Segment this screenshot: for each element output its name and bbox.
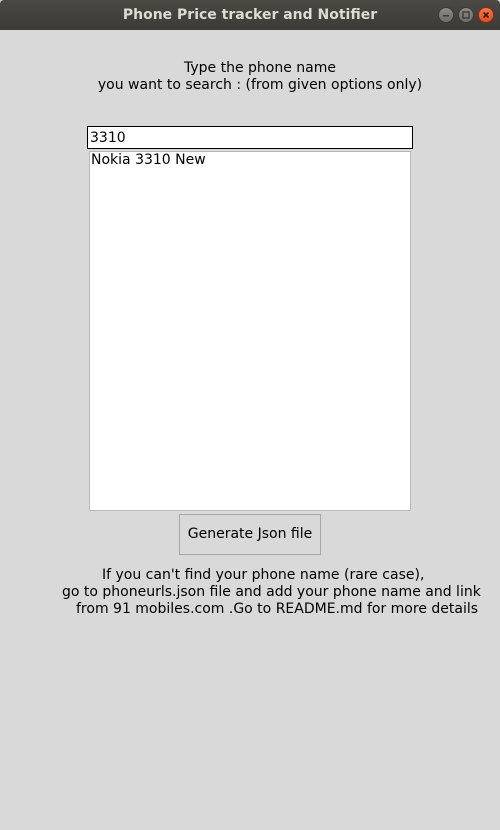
close-button[interactable] bbox=[478, 7, 494, 23]
search-prompt: Type the phone name you want to search :… bbox=[0, 60, 500, 94]
generate-json-button[interactable]: Generate Json file bbox=[179, 514, 321, 555]
phone-search-input[interactable] bbox=[87, 126, 413, 149]
help-line-2: go to phoneurls.json file and add your p… bbox=[62, 584, 481, 600]
maximize-icon bbox=[462, 11, 470, 19]
results-listbox[interactable]: Nokia 3310 New bbox=[89, 151, 411, 511]
close-icon bbox=[482, 11, 490, 19]
maximize-button[interactable] bbox=[458, 7, 474, 23]
list-item[interactable]: Nokia 3310 New bbox=[90, 152, 410, 168]
window-title: Phone Price tracker and Notifier bbox=[122, 7, 378, 23]
minimize-button[interactable] bbox=[438, 7, 454, 23]
minimize-icon bbox=[443, 15, 449, 17]
help-line-3: from 91 mobiles.com .Go to README.md for… bbox=[76, 601, 479, 617]
prompt-line-2: you want to search : (from given options… bbox=[97, 77, 423, 93]
help-line-1: If you can't find your phone name (rare … bbox=[102, 567, 425, 583]
prompt-line-1: Type the phone name bbox=[184, 60, 336, 76]
title-bar[interactable]: Phone Price tracker and Notifier bbox=[0, 0, 500, 30]
app-window: Phone Price tracker and Notifier Type th… bbox=[0, 0, 500, 830]
